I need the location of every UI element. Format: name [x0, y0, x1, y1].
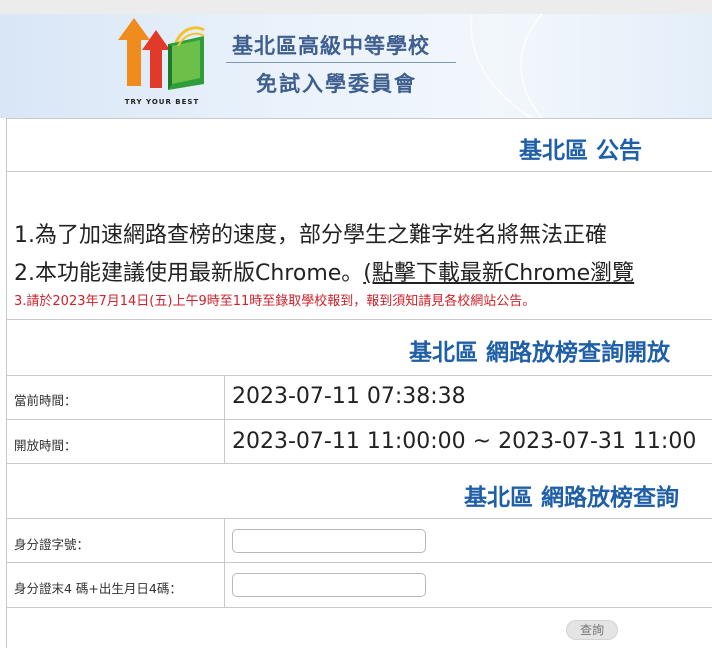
logo-caption: TRY YOUR BEST [124, 98, 200, 106]
current-time-label: 當前時間： [14, 393, 77, 408]
chrome-download-link[interactable]: (點擊下載最新Chrome瀏覽 [363, 261, 634, 286]
notice-line-1: 1.為了加速網路查榜的速度，部分學生之難字姓名將無法正確 [14, 223, 607, 248]
site-logo[interactable]: TRY YOUR BEST [112, 14, 212, 114]
announcement-heading-row: 基北區 公告 [6, 118, 712, 172]
query-heading: 基北區 網路放榜查詢 [464, 485, 680, 511]
id-birthday-label: 身分證末4 碼+出生月日4碼： [14, 581, 182, 596]
column-divider [224, 519, 225, 608]
header-swoosh-decoration [520, 14, 712, 118]
query-submit-button[interactable]: 查詢 [566, 620, 618, 640]
open-time-label: 開放時間： [14, 438, 77, 453]
id-number-label: 身分證字號： [14, 537, 90, 552]
notice-line-2-text: 2.本功能建議使用最新版Chrome。 [14, 261, 364, 286]
logo-arrows-book-icon [118, 18, 205, 90]
current-time-value: 2023-07-11 07:38:38 [232, 384, 466, 409]
id-birthday-input[interactable] [232, 573, 426, 597]
id-number-input[interactable] [232, 529, 426, 553]
announcement-heading: 基北區 公告 [519, 138, 643, 164]
notice-line-3: 3.請於2023年7月14日(五)上午9時至11時至錄取學校報到，報到須知請見各… [14, 294, 536, 309]
open-time-value: 2023-07-11 11:00:00 ~ 2023-07-31 11:00 [232, 429, 697, 454]
column-divider [224, 376, 225, 464]
site-title-line2: 免試入學委員會 [256, 72, 417, 96]
title-divider [226, 62, 456, 63]
notice-line-2: 2.本功能建議使用最新版Chrome。(點擊下載最新Chrome瀏覽 [14, 255, 634, 287]
site-title-line1: 基北區高級中等學校 [232, 34, 430, 58]
open-period-heading: 基北區 網路放榜查詢開放 [409, 340, 671, 366]
query-heading-row: 基北區 網路放榜查詢 [6, 464, 712, 519]
open-period-heading-row: 基北區 網路放榜查詢開放 [6, 320, 712, 376]
site-header: TRY YOUR BEST 基北區高級中等學校 免試入學委員會 [0, 14, 712, 118]
browser-top-strip [0, 0, 712, 14]
